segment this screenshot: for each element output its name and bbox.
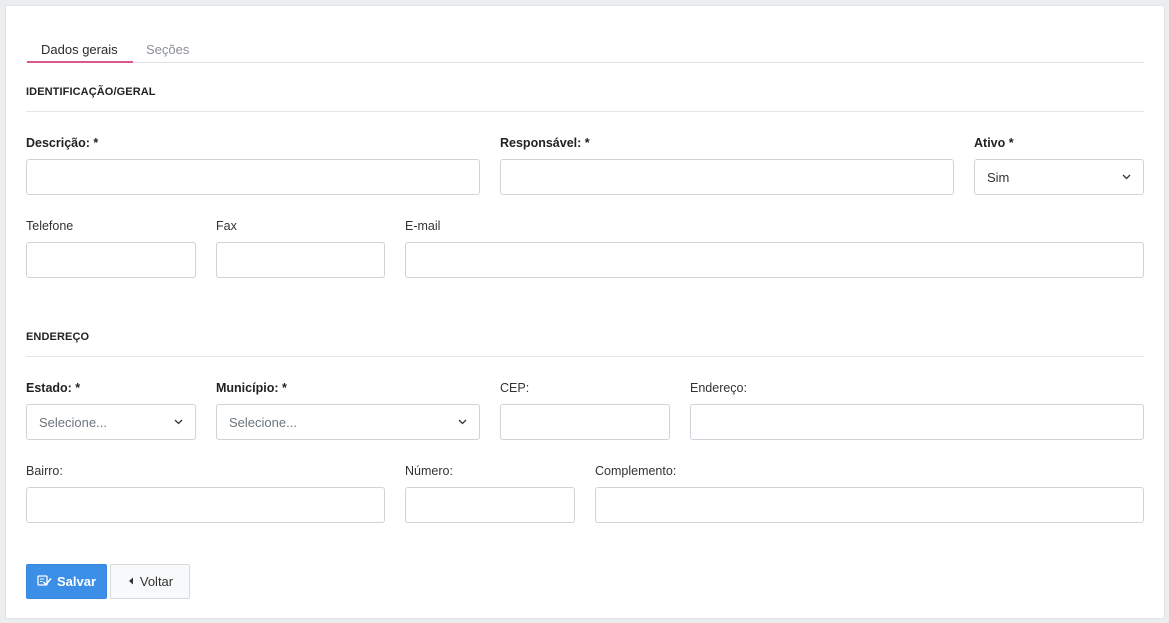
chevron-down-icon [457,417,467,427]
municipio-select-placeholder: Selecione... [229,414,297,430]
email-label: E-mail [405,219,441,233]
fax-input[interactable] [216,242,385,278]
numero-input[interactable] [405,487,575,523]
save-button-label: Salvar [56,574,97,589]
section-title-identificacao: IDENTIFICAÇÃO/GERAL [26,86,156,98]
fax-label: Fax [216,219,237,233]
municipio-select[interactable]: Selecione... [216,404,480,440]
bairro-input[interactable] [26,487,385,523]
save-check-icon [37,574,52,590]
telefone-input[interactable] [26,242,196,278]
complemento-input[interactable] [595,487,1144,523]
tab-dados-gerais[interactable]: Dados gerais [41,42,118,57]
form-card: Dados gerais Seções IDENTIFICAÇÃO/GERAL … [5,5,1165,619]
bairro-label: Bairro: [26,464,63,478]
responsavel-input[interactable] [500,159,954,195]
section-title-endereco: ENDEREÇO [26,331,90,343]
email-input[interactable] [405,242,1144,278]
descricao-label: Descrição: * [26,136,99,150]
section-divider [26,356,1144,357]
numero-label: Número: [405,464,453,478]
back-button-label: Voltar [139,574,174,589]
active-tab-indicator [27,61,133,63]
descricao-input[interactable] [26,159,480,195]
complemento-label: Complemento: [595,464,677,478]
cep-input[interactable] [500,404,670,440]
estado-select-placeholder: Selecione... [39,414,107,430]
save-button[interactable]: Salvar [26,564,107,599]
estado-label: Estado: * [26,381,81,395]
tab-divider [26,62,1144,63]
ativo-select[interactable]: Sim [974,159,1144,195]
caret-left-icon [127,574,135,589]
tab-secoes[interactable]: Seções [146,42,189,57]
chevron-down-icon [173,417,183,427]
ativo-label: Ativo * [974,136,1014,150]
municipio-label: Município: * [216,381,287,395]
telefone-label: Telefone [26,219,74,233]
endereco-label: Endereço: [690,381,747,395]
back-button[interactable]: Voltar [110,564,190,599]
ativo-select-value: Sim [987,169,1010,185]
chevron-down-icon [1121,172,1131,182]
responsavel-label: Responsável: * [500,136,590,150]
endereco-input[interactable] [690,404,1144,440]
cep-label: CEP: [500,381,530,395]
section-divider [26,111,1144,112]
estado-select[interactable]: Selecione... [26,404,196,440]
